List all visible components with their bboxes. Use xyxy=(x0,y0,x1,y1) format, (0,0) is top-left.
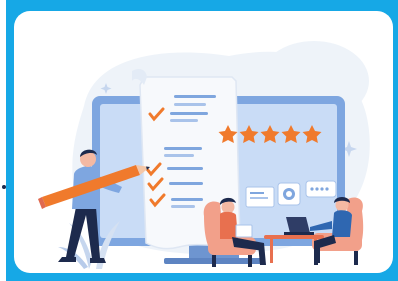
left-edge-strip xyxy=(0,0,6,281)
card-icon xyxy=(245,186,275,208)
coin-icon xyxy=(277,182,301,206)
edge-dot xyxy=(2,185,6,189)
review-illustration xyxy=(38,41,370,269)
password-field-icon xyxy=(305,180,337,198)
illustration-card xyxy=(14,11,393,273)
